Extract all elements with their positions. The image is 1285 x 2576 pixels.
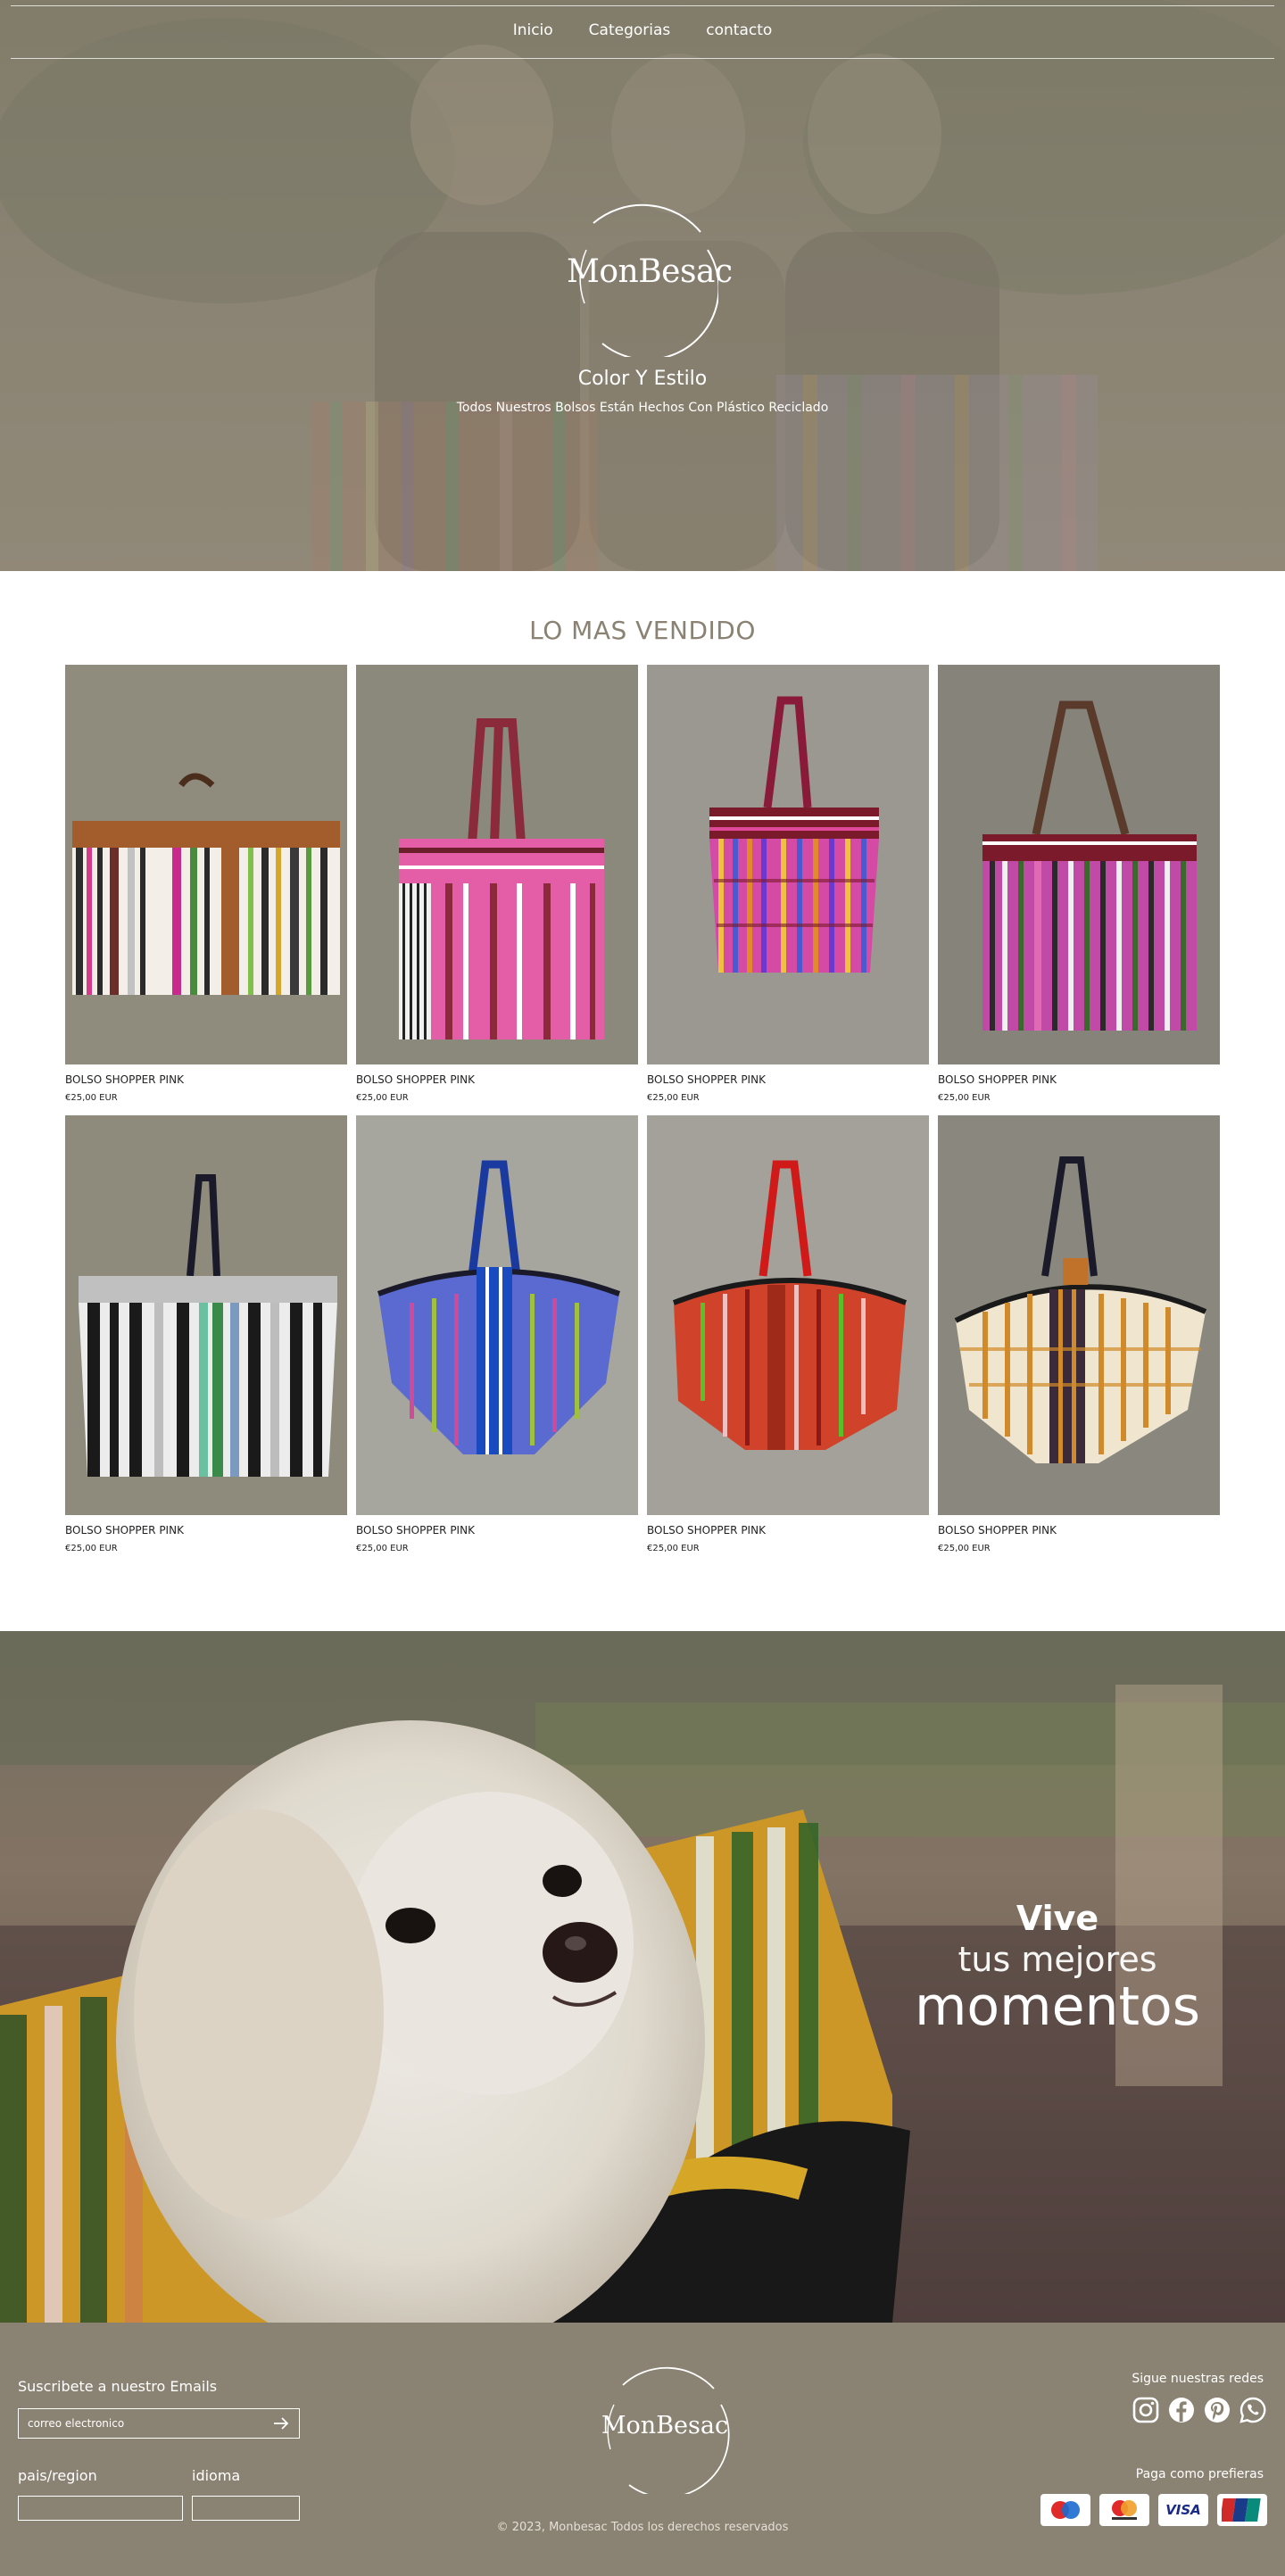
social-label: Sigue nuestras redes xyxy=(1132,2372,1264,2386)
banner-headline: Vive tus mejores momentos xyxy=(830,1899,1285,2038)
bestsellers-title: LO MAS VENDIDO xyxy=(529,616,756,645)
visa-label: VISA xyxy=(1165,2502,1201,2518)
product-name[interactable]: BOLSO SHOPPER PINK xyxy=(938,1524,1220,1536)
country-select[interactable] xyxy=(18,2496,183,2521)
payment-methods: VISA xyxy=(1040,2494,1267,2526)
language-select[interactable] xyxy=(192,2496,300,2521)
product-price: €25,00 EUR xyxy=(356,1093,409,1103)
social-links xyxy=(1132,2396,1267,2424)
facebook-icon[interactable] xyxy=(1167,2396,1196,2424)
footer-brand-logo[interactable]: MonBesac xyxy=(598,2360,732,2498)
product-price: €25,00 EUR xyxy=(65,1544,118,1553)
unionpay-icon xyxy=(1217,2494,1267,2526)
product-name[interactable]: BOLSO SHOPPER PINK xyxy=(356,1073,638,1086)
product-name[interactable]: BOLSO SHOPPER PINK xyxy=(647,1073,929,1086)
product-name[interactable]: BOLSO SHOPPER PINK xyxy=(65,1073,347,1086)
product-price: €25,00 EUR xyxy=(65,1093,118,1103)
nav-item-contacto[interactable]: contacto xyxy=(706,21,772,39)
banner-line-1: Vive xyxy=(1016,1899,1099,1938)
hero-subtagline: Todos Nuestros Bolsos Están Hechos Con P… xyxy=(456,401,829,415)
product-price: €25,00 EUR xyxy=(647,1093,700,1103)
product-name[interactable]: BOLSO SHOPPER PINK xyxy=(356,1524,638,1536)
product-image[interactable] xyxy=(356,665,638,1064)
product-image[interactable] xyxy=(647,665,929,1064)
brand-logo: MonBesac xyxy=(567,196,733,357)
arrow-right-icon[interactable] xyxy=(272,2414,290,2432)
language-label: idioma xyxy=(192,2467,241,2484)
hero-content: MonBesac Color Y Estilo Todos Nuestros B… xyxy=(0,196,1285,415)
whatsapp-icon[interactable] xyxy=(1239,2396,1267,2424)
nav-top-rule xyxy=(11,5,1274,6)
product-image[interactable] xyxy=(356,1115,638,1515)
country-label: pais/region xyxy=(18,2467,97,2484)
product-card[interactable]: BOLSO SHOPPER PINK €25,00 EUR xyxy=(356,665,638,1103)
hero-tagline: Color Y Estilo xyxy=(577,368,708,390)
email-input[interactable]: correo electronico xyxy=(18,2408,300,2439)
instagram-icon[interactable] xyxy=(1132,2396,1160,2424)
product-card[interactable]: BOLSO SHOPPER PINK €25,00 EUR xyxy=(938,665,1220,1103)
banner-line-3: momentos xyxy=(914,1975,1201,2038)
maestro-icon xyxy=(1040,2494,1090,2526)
visa-icon: VISA xyxy=(1158,2494,1208,2526)
product-name[interactable]: BOLSO SHOPPER PINK xyxy=(938,1073,1220,1086)
product-price: €25,00 EUR xyxy=(356,1544,409,1553)
nav-bottom-rule xyxy=(11,58,1274,59)
lifestyle-banner: Vive tus mejores momentos xyxy=(0,1631,1285,2323)
product-card[interactable]: BOLSO SHOPPER PINK €25,00 EUR xyxy=(647,1115,929,1553)
nav-item-inicio[interactable]: Inicio xyxy=(513,21,553,39)
pinterest-icon[interactable] xyxy=(1203,2396,1231,2424)
product-price: €25,00 EUR xyxy=(647,1544,700,1553)
mastercard-icon xyxy=(1099,2494,1149,2526)
product-image[interactable] xyxy=(938,665,1220,1064)
product-card[interactable]: BOLSO SHOPPER PINK €25,00 EUR xyxy=(65,1115,347,1553)
product-image[interactable] xyxy=(938,1115,1220,1515)
email-placeholder: correo electronico xyxy=(28,2417,125,2430)
payment-label: Paga como prefieras xyxy=(1135,2467,1264,2481)
product-price: €25,00 EUR xyxy=(938,1544,991,1553)
product-name[interactable]: BOLSO SHOPPER PINK xyxy=(65,1524,347,1536)
product-grid-row-2: BOLSO SHOPPER PINK €25,00 EUR BOLSO SHOP… xyxy=(65,1115,1220,1553)
main-nav: Inicio Categorias contacto xyxy=(0,21,1285,39)
product-image[interactable] xyxy=(647,1115,929,1515)
site-footer: Suscribete a nuestro Emails correo elect… xyxy=(0,2323,1285,2576)
product-card[interactable]: BOLSO SHOPPER PINK €25,00 EUR xyxy=(356,1115,638,1553)
nav-item-categorias[interactable]: Categorias xyxy=(589,21,671,39)
product-image[interactable] xyxy=(65,1115,347,1515)
product-name[interactable]: BOLSO SHOPPER PINK xyxy=(647,1524,929,1536)
product-card[interactable]: BOLSO SHOPPER PINK €25,00 EUR xyxy=(647,665,929,1103)
product-card[interactable]: BOLSO SHOPPER PINK €25,00 EUR xyxy=(938,1115,1220,1553)
product-grid-row-1: BOLSO SHOPPER PINK €25,00 EUR BOLSO SHOP… xyxy=(65,665,1220,1103)
product-card[interactable]: BOLSO SHOPPER PINK €25,00 EUR xyxy=(65,665,347,1103)
brand-logo-text: MonBesac xyxy=(567,253,733,290)
subscribe-label: Suscribete a nuestro Emails xyxy=(18,2378,218,2395)
banner-line-2: tus mejores xyxy=(958,1940,1157,1979)
product-price: €25,00 EUR xyxy=(938,1093,991,1103)
hero-section: Inicio Categorias contacto MonBesac Colo… xyxy=(0,0,1285,571)
product-image[interactable] xyxy=(65,665,347,1064)
footer-brand-text: MonBesac xyxy=(601,2412,729,2439)
